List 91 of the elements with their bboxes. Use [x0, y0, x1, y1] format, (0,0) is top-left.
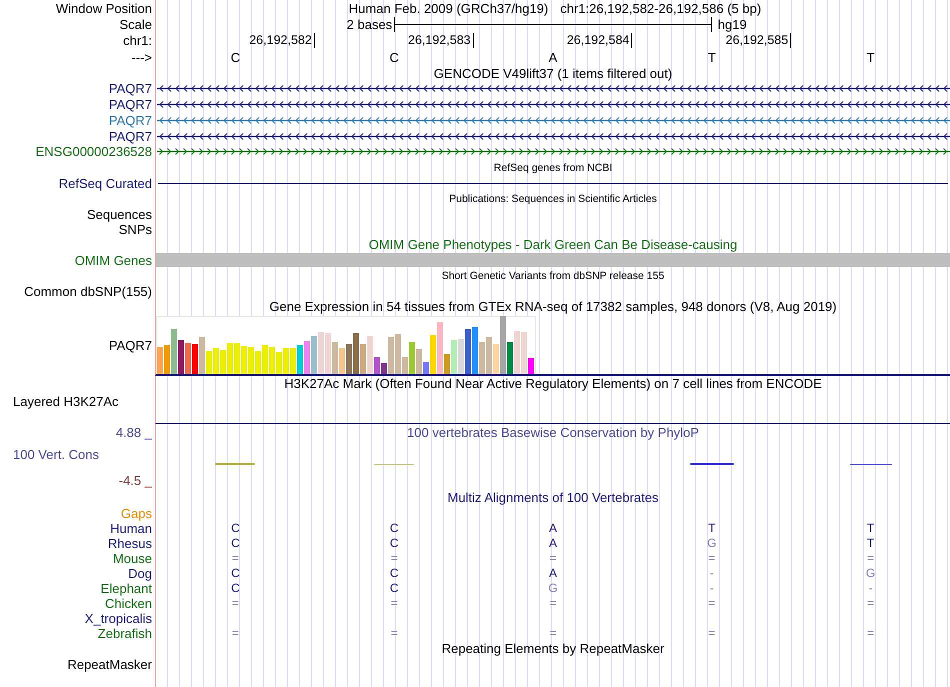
species-label: Dog: [128, 566, 152, 580]
aligned-base: G: [866, 567, 876, 580]
aligned-base: =: [390, 597, 398, 610]
track-label: 100 Vert. Cons: [13, 448, 99, 462]
track-label: PAQR7: [108, 98, 152, 112]
aligned-base: =: [867, 597, 874, 610]
aligned-base: C: [231, 537, 240, 550]
track-title: Short Genetic Variants from dbSNP release 155: [442, 270, 664, 281]
aligned-base: G: [707, 537, 716, 550]
reference-base: C: [230, 50, 240, 64]
species-label: Chicken: [105, 596, 152, 610]
species-label: Human: [110, 522, 152, 535]
aligned-base: T: [866, 537, 874, 550]
reference-base: T: [866, 50, 875, 64]
conservation-score-dash: [850, 464, 892, 465]
aligned-base: =: [708, 627, 716, 640]
track-title: OMIM Gene Phenotypes - Dark Green Can Be Disease-causing: [368, 238, 738, 252]
axis-min-label: -4.5 _: [118, 474, 152, 488]
aligned-base: A: [548, 537, 557, 550]
aligned-base: T: [708, 522, 716, 534]
track-label: Gaps: [120, 506, 152, 520]
track-title: H3K27Ac Mark (Often Found Near Active Regulatory Elements) on 7 cell lines from ENCODE: [284, 377, 822, 390]
track-label: Scale: [119, 18, 152, 30]
strand-label: --->: [131, 50, 152, 64]
coordinate-tick-label: 26,192,585: [726, 33, 792, 48]
aligned-base: C: [390, 522, 399, 534]
aligned-base: -: [868, 582, 873, 594]
reference-base: A: [548, 50, 558, 64]
aligned-base: =: [232, 597, 239, 610]
track-label: PAQR7: [108, 338, 152, 352]
track-label: PAQR7: [108, 114, 152, 127]
coordinate-tick-label: 26,192,583: [408, 33, 474, 48]
aligned-base: A: [548, 522, 557, 534]
track-label: RefSeq Curated: [58, 176, 152, 190]
scale-assembly: hg19: [718, 18, 747, 30]
aligned-base: C: [390, 537, 399, 550]
species-label: Zebrafish: [98, 626, 152, 640]
aligned-base: =: [232, 627, 239, 640]
genome-position: chr1:26,192,582-26,192,586 (5 bp): [560, 2, 762, 14]
aligned-base: G: [548, 582, 558, 594]
conservation-score-dash: [215, 462, 256, 465]
aligned-base: T: [866, 522, 874, 534]
aligned-base: C: [390, 567, 399, 580]
aligned-base: -: [710, 582, 714, 594]
species-label: X_tropicalis: [84, 612, 152, 625]
track-label: SNPs: [118, 222, 152, 236]
aligned-base: =: [708, 597, 716, 610]
scale-text: 2 bases: [346, 18, 392, 30]
coordinate-tick-label: 26,192,584: [566, 33, 632, 48]
aligned-base: C: [231, 567, 240, 580]
track-label: OMIM Genes: [74, 254, 152, 267]
aligned-base: =: [867, 627, 874, 640]
track-title: Multiz Alignments of 100 Vertebrates: [447, 491, 658, 504]
species-label: Elephant: [100, 582, 152, 595]
reference-base: T: [708, 50, 716, 64]
aligned-base: C: [231, 582, 240, 594]
track-title: Publications: Sequences in Scientific Articles: [449, 194, 657, 204]
conservation-score-dash: [374, 464, 414, 465]
reference-base: C: [390, 50, 399, 64]
aligned-base: A: [548, 567, 557, 580]
conservation-score-dash: [690, 462, 734, 465]
aligned-base: C: [231, 522, 240, 534]
track-label: Window Position: [56, 2, 152, 14]
track-label: chr1:: [123, 34, 152, 47]
assembly-name: Human Feb. 2009 (GRCh37/hg19): [348, 2, 548, 14]
track-label: RepeatMasker: [67, 658, 152, 671]
aligned-base: =: [549, 627, 556, 640]
aligned-base: C: [390, 582, 399, 594]
coordinate-tick-label: 26,192,582: [249, 33, 315, 48]
track-title: RefSeq genes from NCBI: [494, 162, 612, 173]
aligned-base: =: [867, 552, 874, 564]
track-label: Sequences: [86, 208, 152, 221]
axis-max-label: 4.88 _: [116, 426, 152, 440]
species-label: Mouse: [112, 552, 152, 565]
aligned-base: =: [549, 552, 556, 564]
track-title: GENCODE V49lift37 (1 items filtered out): [434, 66, 672, 80]
track-title: 100 vertebrates Basewise Conservation by PhyloP: [407, 426, 699, 440]
track-label: Layered H3K27Ac: [13, 394, 119, 408]
aligned-base: =: [708, 552, 716, 564]
track-label: PAQR7: [108, 82, 152, 96]
track-label: PAQR7: [108, 130, 152, 143]
track-title: Repeating Elements by RepeatMasker: [442, 642, 664, 656]
species-label: Rhesus: [108, 536, 152, 550]
aligned-base: =: [549, 597, 556, 610]
aligned-base: -: [710, 567, 714, 580]
aligned-base: =: [232, 552, 239, 564]
aligned-base: =: [390, 552, 398, 564]
track-title: Gene Expression in 54 tissues from GTEx RNA-seq of 17382 samples, 948 donors (V8, Aug 2019): [269, 300, 837, 314]
track-label: Common dbSNP(155): [24, 284, 152, 298]
track-label: ENSG00000236528: [36, 145, 152, 158]
aligned-base: =: [390, 627, 398, 640]
